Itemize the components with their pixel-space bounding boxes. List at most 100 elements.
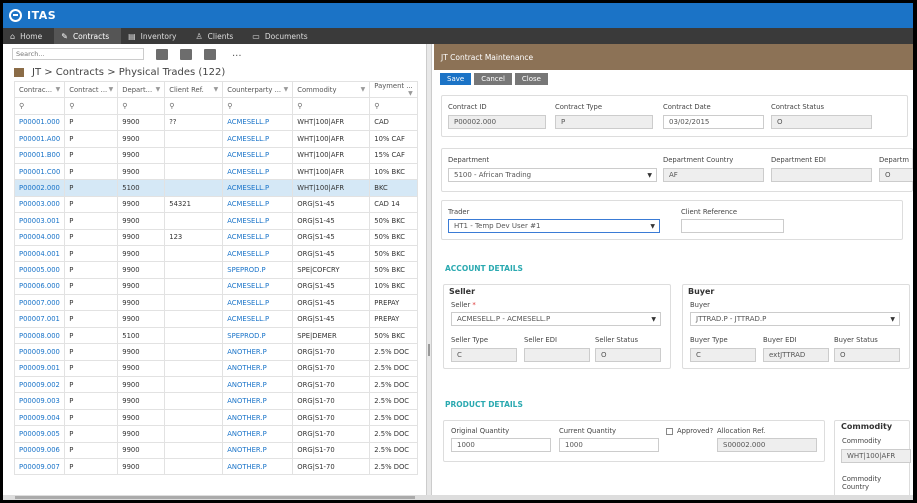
nav-documents[interactable]: ▭ Documents [245,28,319,44]
contract-type-field[interactable]: P [555,115,653,129]
contract-date-field[interactable]: 03/02/2015 [663,115,764,129]
column-header[interactable]: Payment ... ▼ [369,80,418,99]
column-header[interactable]: Commodity ▼ [292,80,371,99]
table-cell[interactable]: P00007.000 [13,294,66,312]
search-input[interactable] [12,48,144,60]
table-cell[interactable]: P00009.002 [13,376,66,394]
filter-icon[interactable]: ▼ [408,90,413,97]
refresh-icon[interactable] [204,48,216,60]
nav-clients[interactable]: ♙ Clients [189,28,246,44]
column-header[interactable]: Counterparty ... ▼ [222,80,294,99]
table-row[interactable]: P00002.000 P 5100 ACMESELL.P WHT|100|AFR BKC [13,179,418,197]
table-row[interactable]: P00006.000 P 9900 ACMESELL.P ORG|S1-45 10% BK… [13,277,418,296]
table-cell[interactable]: ACMESELL.P [222,244,294,263]
filter-icon[interactable]: ▼ [156,86,161,93]
table-cell[interactable]: P00001.C00 [13,162,66,181]
table-cell[interactable]: ANOTHER.P [222,392,294,410]
table-cell[interactable]: ACMESELL.P [222,277,294,296]
table-cell[interactable]: P00001.B00 [13,146,66,164]
table-cell[interactable]: SPEPROD.P [222,261,294,279]
column-header[interactable]: Contract ... ▼ [64,80,119,99]
table-cell[interactable]: P00005.000 [13,261,66,279]
print-icon[interactable] [180,48,192,60]
table-cell[interactable]: P00008.000 [13,326,66,345]
trader-select[interactable]: HT1 - Temp Dev User #1 ▼ [448,219,660,233]
seller-type-field[interactable]: C [451,348,517,362]
table-row[interactable]: P00001.B00 P 9900 ACMESELL.P WHT|100|AFR 15% … [13,146,418,164]
horizontal-scrollbar[interactable] [3,495,913,500]
table-row[interactable]: P00009.003 P 9900 ANOTHER.P ORG|S1-70 2.5% DO… [13,392,418,410]
original-quantity-field[interactable]: 1000 [451,438,551,452]
nav-inventory[interactable]: ▤ Inventory [121,28,188,44]
table-row[interactable]: P00007.001 P 9900 ACMESELL.P ORG|S1-45 PREPAY [13,310,418,328]
filter-icon[interactable]: ▼ [284,86,289,93]
export-icon[interactable] [156,48,168,60]
scrollbar-thumb[interactable] [15,496,415,499]
more-options-button[interactable]: ... [232,49,242,59]
column-header[interactable]: Client Ref. ▼ [164,80,224,99]
table-row[interactable]: P00009.000 P 9900 ANOTHER.P ORG|S1-70 2.5% DO… [13,343,418,361]
table-cell[interactable]: ANOTHER.P [222,425,294,443]
table-row[interactable]: P00005.000 P 9900 SPEPROD.P SPE|COFCRY 50% BK… [13,261,418,279]
seller-select[interactable]: ACMESELL.P - ACMESELL.P ▼ [451,312,661,326]
seller-edi-field[interactable] [524,348,590,362]
table-cell[interactable]: P00001.A00 [13,130,66,148]
table-cell[interactable]: ACMESELL.P [222,113,294,132]
column-filter-cell[interactable]: ⚲ [222,97,294,115]
column-filter-cell[interactable]: ⚲ [117,97,166,115]
filter-icon[interactable]: ▼ [109,86,114,93]
table-cell[interactable]: P00009.006 [13,441,66,459]
table-cell[interactable]: P00009.004 [13,408,66,427]
table-cell[interactable]: P00009.007 [13,457,66,476]
column-filter-cell[interactable]: ⚲ [164,97,224,115]
panel-splitter[interactable] [426,44,432,500]
table-row[interactable]: P00003.001 P 9900 ACMESELL.P ORG|S1-45 50% BK… [13,212,418,230]
seller-status-field[interactable]: O [595,348,661,362]
table-cell[interactable]: P00004.000 [13,228,66,246]
table-cell[interactable]: P00003.000 [13,195,66,214]
column-filter-cell[interactable]: ⚲ [369,97,418,115]
save-button[interactable]: Save [440,73,472,85]
contract-status-field[interactable]: O [771,115,872,129]
table-row[interactable]: P00009.004 P 9900 ANOTHER.P ORG|S1-70 2.5% DO… [13,408,418,427]
column-header[interactable]: Depart... ▼ [117,80,166,99]
table-cell[interactable]: SPEPROD.P [222,326,294,345]
column-filter-cell[interactable]: ⚲ [13,97,66,115]
table-cell[interactable]: P00006.000 [13,277,66,296]
table-row[interactable]: P00004.001 P 9900 ACMESELL.P ORG|S1-45 50% BK… [13,244,418,263]
table-row[interactable]: P00009.005 P 9900 ANOTHER.P ORG|S1-70 2.5% DO… [13,425,418,443]
table-row[interactable]: P00001.C00 P 9900 ACMESELL.P WHT|100|AFR 10% … [13,162,418,181]
table-cell[interactable]: P00002.000 [13,179,66,197]
table-cell[interactable]: ACMESELL.P [222,294,294,312]
table-cell[interactable]: P00001.000 [13,113,66,132]
table-cell[interactable]: ANOTHER.P [222,457,294,476]
table-cell[interactable]: ANOTHER.P [222,359,294,378]
buyer-type-field[interactable]: C [690,348,756,362]
table-row[interactable]: P00003.000 P 9900 54321 ACMESELL.P ORG|S1-45 C… [13,195,418,214]
table-cell[interactable]: P00007.001 [13,310,66,328]
table-row[interactable]: P00009.001 P 9900 ANOTHER.P ORG|S1-70 2.5% DO… [13,359,418,378]
column-filter-cell[interactable]: ⚲ [64,97,119,115]
department-edi-field[interactable] [771,168,872,182]
department-country-field[interactable]: AF [663,168,764,182]
commodity-field[interactable]: WHT|100|AFR [841,449,911,463]
table-cell[interactable]: ACMESELL.P [222,310,294,328]
department-select[interactable]: 5100 - African Trading ▼ [448,168,657,182]
table-row[interactable]: P00008.000 P 5100 SPEPROD.P SPE|DEMER 50% BKC [13,326,418,345]
table-cell[interactable]: P00009.001 [13,359,66,378]
cancel-button[interactable]: Cancel [474,73,512,85]
column-filter-cell[interactable]: ⚲ [292,97,371,115]
table-cell[interactable]: ACMESELL.P [222,162,294,181]
nav-home[interactable]: ⌂ Home [3,28,54,44]
buyer-select[interactable]: JTTRAD.P - JTTRAD.P ▼ [690,312,900,326]
current-quantity-field[interactable]: 1000 [559,438,659,452]
table-row[interactable]: P00001.000 P 9900?? ACMESELL.P WHT|100|AFR CA… [13,113,418,132]
checkbox-icon[interactable] [666,427,673,435]
table-cell[interactable]: ACMESELL.P [222,212,294,230]
table-cell[interactable]: ACMESELL.P [222,130,294,148]
table-row[interactable]: P00009.007 P 9900 ANOTHER.P ORG|S1-70 2.5% DO… [13,457,418,476]
table-cell[interactable]: P00004.001 [13,244,66,263]
app-logo[interactable]: ITAS [9,9,56,22]
table-row[interactable]: P00001.A00 P 9900 ACMESELL.P WHT|100|AFR 10% … [13,130,418,148]
table-cell[interactable]: P00009.005 [13,425,66,443]
